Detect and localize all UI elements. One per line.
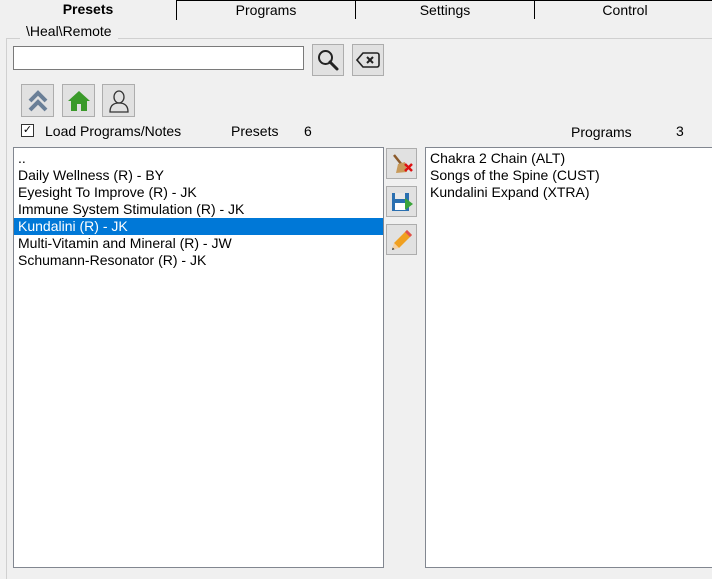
group-title: \Heal\Remote [20, 23, 118, 39]
list-item[interactable]: .. [14, 150, 383, 167]
list-item[interactable]: Immune System Stimulation (R) - JK [14, 201, 383, 218]
list-item[interactable]: Songs of the Spine (CUST) [426, 167, 712, 184]
programs-count: 3 [676, 123, 684, 139]
programs-list[interactable]: Chakra 2 Chain (ALT) Songs of the Spine … [425, 147, 712, 568]
backspace-icon [356, 52, 380, 68]
presets-list[interactable]: .. Daily Wellness (R) - BY Eyesight To I… [13, 147, 384, 568]
search-input[interactable] [13, 46, 304, 70]
list-item[interactable]: Multi-Vitamin and Mineral (R) - JW [14, 235, 383, 252]
load-programs-label: Load Programs/Notes [45, 123, 182, 139]
list-item-selected[interactable]: Kundalini (R) - JK [14, 218, 383, 235]
list-item[interactable]: Eyesight To Improve (R) - JK [14, 184, 383, 201]
presets-label: Presets [231, 123, 279, 139]
programs-label: Programs [571, 124, 632, 140]
tab-presets[interactable]: Presets [0, 0, 177, 20]
load-programs-checkbox[interactable]: ✓ [21, 124, 34, 137]
save-button[interactable] [386, 186, 417, 217]
list-item[interactable]: Daily Wellness (R) - BY [14, 167, 383, 184]
search-button[interactable] [312, 44, 344, 76]
pencil-icon [391, 229, 412, 250]
list-item[interactable]: Kundalini Expand (XTRA) [426, 184, 712, 201]
tab-programs[interactable]: Programs [176, 0, 356, 19]
presets-count: 6 [304, 123, 312, 139]
clear-search-button[interactable] [352, 44, 384, 76]
home-icon [67, 90, 90, 111]
tab-control[interactable]: Control [534, 0, 712, 19]
save-icon [391, 192, 413, 211]
tab-settings[interactable]: Settings [355, 0, 535, 19]
delete-button[interactable] [386, 148, 417, 179]
list-item[interactable]: Schumann-Resonator (R) - JK [14, 252, 383, 269]
user-button[interactable] [102, 84, 135, 117]
up-level-button[interactable] [21, 84, 54, 117]
tab-strip: Presets Programs Settings Control [0, 0, 712, 20]
list-item[interactable]: Chakra 2 Chain (ALT) [426, 150, 712, 167]
user-icon [108, 89, 129, 113]
double-chevron-up-icon [28, 89, 47, 111]
home-button[interactable] [62, 84, 95, 117]
search-icon [318, 50, 339, 71]
broom-delete-icon [392, 153, 413, 173]
edit-button[interactable] [386, 224, 417, 255]
